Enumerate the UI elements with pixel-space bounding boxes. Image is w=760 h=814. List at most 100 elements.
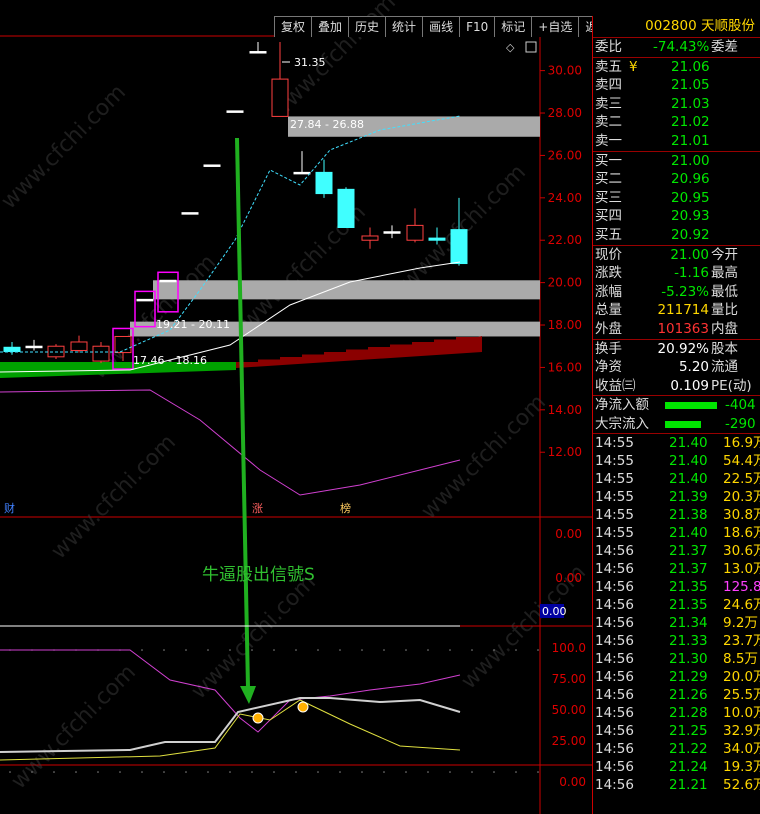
candle-body — [159, 279, 177, 283]
price-tick-label: 20.00 — [548, 276, 582, 290]
buy-level-row: 买五 20.92 — [593, 226, 760, 245]
trade-volume: 18.6万 — [723, 525, 760, 542]
guide-dot — [119, 771, 121, 773]
sell-orders: 卖五 ¥21.06 卖四 21.05 卖三 21.03 卖二 21.02 卖一 21.01 — [593, 56, 760, 151]
trade-price: 21.37 — [669, 561, 708, 578]
sell-level-row: 卖一 21.01 — [593, 132, 760, 151]
guide-dot — [427, 649, 429, 651]
event-marker[interactable]: 榜 — [340, 501, 351, 515]
toolbar-button[interactable]: F10 — [459, 16, 496, 37]
toolbar-button[interactable]: 统计 — [385, 16, 424, 37]
toolbar-button[interactable]: 复权 — [274, 16, 313, 37]
toolbar-button[interactable]: 历史 — [348, 16, 387, 37]
guide-dot — [339, 771, 341, 773]
sell-level-label: 卖四 — [595, 77, 622, 94]
diamond-icon[interactable]: ◇ — [506, 41, 515, 54]
price-annotation: 17.46 - 18.16 — [133, 354, 207, 367]
signal-arrow-head — [240, 686, 256, 704]
price-tick-label: 24.00 — [548, 191, 582, 205]
trade-time: 14:55 — [595, 525, 634, 542]
event-marker[interactable]: 财 — [4, 501, 15, 515]
quote-label-right: 最高 — [711, 265, 738, 282]
quote-label-right: 股本 — [711, 340, 738, 357]
signal-dot — [297, 701, 309, 713]
toolbar-button[interactable]: 叠加 — [311, 16, 350, 37]
quote-label: 涨跌 — [595, 265, 622, 282]
buy-level-row: 买四 20.93 — [593, 207, 760, 226]
toolbar-button[interactable]: 画线 — [422, 16, 461, 37]
price-tick-label: 16.00 — [548, 360, 582, 374]
buy-level-price: 20.93 — [671, 208, 710, 225]
chart-canvas[interactable]: www.cfchi.comwww.cfchi.comwww.cfchi.comw… — [0, 0, 592, 814]
price-annotation: 27.84 - 26.88 — [290, 118, 364, 131]
trade-volume: 13.0万 — [723, 561, 760, 578]
guide-dot — [317, 649, 319, 651]
flow-bar — [665, 420, 701, 428]
quote-value: 20.92% — [657, 340, 709, 357]
quote-label: 涨幅 — [595, 283, 622, 300]
trade-ticks[interactable]: 14:55 21.40 16.9万 14:55 21.40 54.4万 14:55 21.40… — [593, 433, 760, 794]
candle-body — [428, 237, 446, 241]
trade-time: 14:56 — [595, 759, 634, 776]
guide-dot — [449, 649, 451, 651]
guide-dot — [141, 771, 143, 773]
guide-dot — [339, 649, 341, 651]
trade-row: 14:56 21.37 30.6万 — [593, 542, 760, 560]
guide-dot — [405, 771, 407, 773]
kline-chart-area[interactable]: www.cfchi.com www.cfchi.com www.cfchi.com w… — [0, 0, 592, 814]
trade-price: 21.38 — [669, 507, 708, 524]
flow-value: -290 — [725, 415, 756, 432]
trade-time: 14:56 — [595, 687, 634, 704]
candle-body — [406, 224, 424, 241]
window-icon[interactable] — [525, 41, 537, 53]
sell-level-price: 21.03 — [671, 95, 710, 112]
trade-volume: 22.5万 — [723, 471, 760, 488]
trade-price: 21.35 — [669, 579, 708, 596]
trade-volume: 19.3万 — [723, 759, 760, 776]
trade-price: 21.25 — [669, 723, 708, 740]
trade-time: 14:55 — [595, 435, 634, 452]
candle — [293, 151, 311, 175]
weibi-label: 委比 — [595, 39, 622, 55]
guide-dot — [273, 771, 275, 773]
quote-value: -5.23% — [661, 283, 709, 300]
quote-row: 净资 5.20 流通 — [593, 358, 760, 377]
candle-body — [203, 164, 221, 167]
quote-row: 收益㈢ 0.109 PE(动) — [593, 377, 760, 396]
trade-time: 14:56 — [595, 705, 634, 722]
quote-value: 101363 — [657, 320, 709, 337]
trade-price: 21.35 — [669, 597, 708, 614]
toolbar-button[interactable]: 返回 — [578, 16, 592, 37]
trade-row: 14:56 21.24 19.3万 — [593, 758, 760, 776]
guide-dot — [449, 771, 451, 773]
guide-dot — [141, 649, 143, 651]
candle-body — [249, 51, 267, 54]
quote-sidebar: 002800 天顺股份 委比 -74.43% 委差 卖五 ¥21.06 卖四 21.0… — [592, 16, 760, 814]
trade-volume: 20.0万 — [723, 669, 760, 686]
candle — [315, 159, 333, 198]
trade-price: 21.40 — [669, 453, 708, 470]
toolbar-button[interactable]: +自选 — [531, 16, 580, 37]
trade-row: 14:56 21.35 125.8万 — [593, 578, 760, 596]
trade-volume: 32.9万 — [723, 723, 760, 740]
guide-dot — [163, 771, 165, 773]
buy-level-row: 买一 21.00 — [593, 152, 760, 171]
quote-row: 涨跌 -1.16 最高 — [593, 264, 760, 283]
trade-volume: 23.7万 — [723, 633, 760, 650]
event-marker[interactable]: 涨 — [252, 502, 263, 515]
guide-dot — [471, 771, 473, 773]
candle-body — [181, 212, 199, 215]
panel3-tick-label: 75.00 — [552, 672, 586, 686]
guide-dot — [383, 771, 385, 773]
guide-dot — [31, 771, 33, 773]
price-tick-label: 18.00 — [548, 318, 582, 332]
buy-level-price: 21.00 — [671, 152, 710, 169]
trade-time: 14:56 — [595, 615, 634, 632]
candle-body — [271, 78, 289, 117]
toolbar-button[interactable]: 标记 — [494, 16, 533, 37]
candle — [249, 42, 267, 54]
stock-code: 002800 — [645, 18, 697, 34]
guide-dot — [53, 771, 55, 773]
sell-level-row: 卖二 21.02 — [593, 113, 760, 132]
candle — [159, 279, 177, 283]
